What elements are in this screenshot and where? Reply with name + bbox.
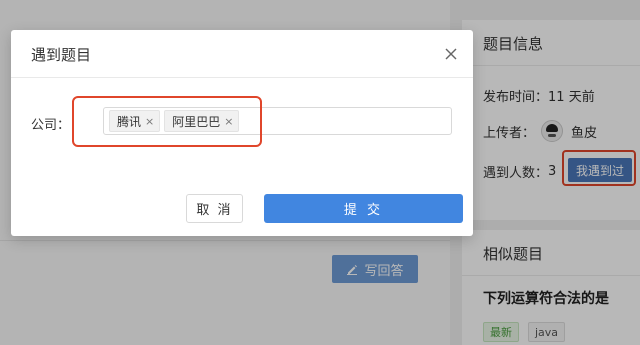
modal-title: 遇到题目	[31, 46, 92, 64]
company-label: 公司：	[31, 118, 71, 133]
submit-button[interactable]: 提 交	[264, 194, 463, 223]
company-highlight-box	[72, 96, 262, 147]
cancel-button[interactable]: 取 消	[186, 194, 243, 223]
modal-header: 遇到题目	[11, 30, 473, 78]
close-icon[interactable]	[443, 46, 459, 62]
